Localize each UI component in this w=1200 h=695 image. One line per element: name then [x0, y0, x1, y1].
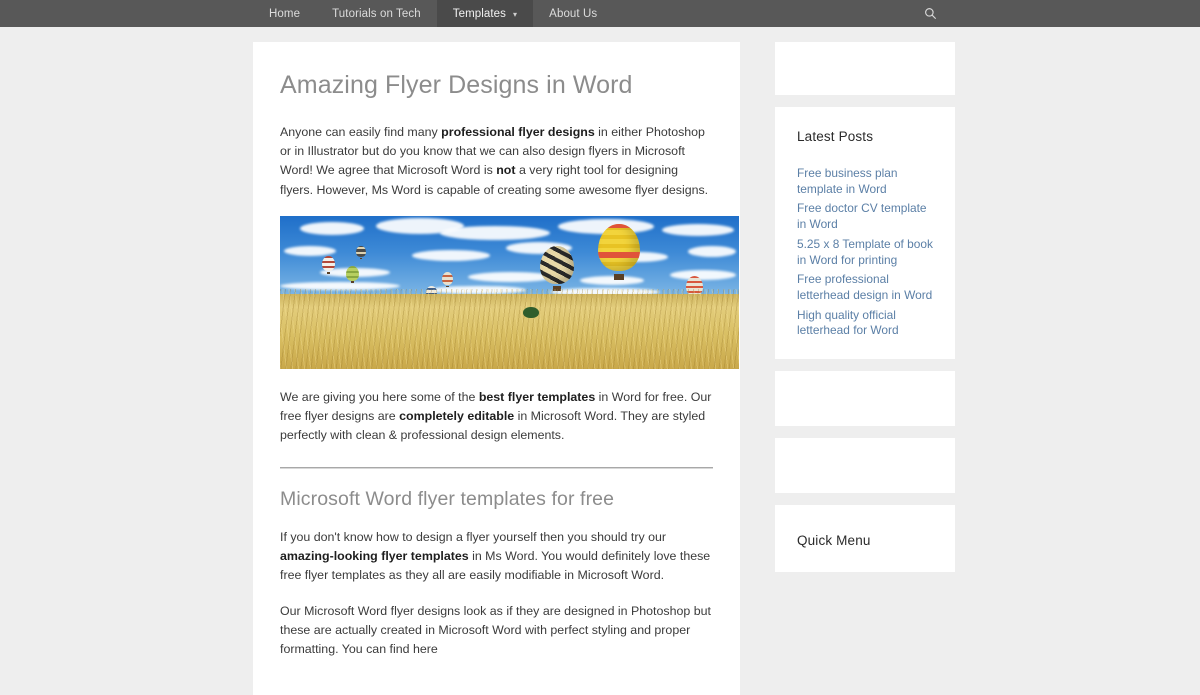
paragraph-bold-segment: professional flyer designs: [441, 125, 595, 139]
article-main-column: Amazing Flyer Designs in Word Anyone can…: [253, 42, 740, 695]
nav-item-tutorials-on-tech[interactable]: Tutorials on Tech: [316, 0, 437, 27]
hot-air-balloon: [346, 265, 359, 284]
paragraph-bold-segment: amazing-looking flyer templates: [280, 549, 469, 564]
search-icon: [924, 8, 936, 19]
widget-title: Quick Menu: [797, 533, 871, 549]
hot-air-balloons-wheat-field-photo: [280, 215, 739, 369]
hot-air-balloon: [598, 223, 640, 282]
paragraph-bold-segment: not: [496, 163, 516, 178]
article-paragraph-2: We are giving you here some of the best …: [280, 388, 713, 446]
nav-item-about-us[interactable]: About Us: [533, 0, 613, 27]
sidebar-widget-ad-top: [775, 42, 955, 95]
latest-post-link[interactable]: High quality official letterhead for Wor…: [797, 308, 933, 339]
photo-cloud: [300, 221, 364, 235]
nav-item-label: About Us: [549, 7, 598, 20]
latest-post-link[interactable]: Free doctor CV template in Word: [797, 201, 933, 232]
sidebar-widget-ad-middle: [775, 371, 955, 427]
sidebar-widget-quick-menu: Quick Menu: [775, 505, 955, 573]
list-item: High quality official letterhead for Wor…: [797, 308, 933, 339]
sidebar-widget-ad-lower: [775, 438, 955, 494]
section-divider: [280, 466, 713, 469]
photo-cloud: [670, 269, 736, 280]
photo-tree: [523, 306, 539, 318]
sidebar: Latest Posts Free business plan template…: [775, 42, 955, 584]
hot-air-balloon: [442, 271, 453, 288]
latest-post-link[interactable]: 5.25 x 8 Template of book in Word for pr…: [797, 237, 933, 268]
chevron-down-icon: ▾: [513, 9, 518, 19]
photo-cloud: [412, 249, 490, 261]
section-heading: Microsoft Word flyer templates for free: [280, 487, 615, 510]
hot-air-balloon: [356, 245, 366, 260]
nav-item-label: Templates: [452, 7, 507, 20]
paragraph-text-segment: Our Microsoft Word flyer designs look as…: [280, 603, 711, 657]
paragraph-bold-segment: completely editable: [399, 409, 515, 424]
list-item: Free business plan template in Word: [797, 166, 933, 197]
photo-cloud: [440, 225, 550, 240]
list-item: 5.25 x 8 Template of book in Word for pr…: [797, 237, 933, 268]
top-navigation-bar: Home Tutorials on Tech Templates ▾ About…: [0, 0, 1200, 27]
paragraph-text-segment: If you don't know how to design a flyer …: [280, 529, 667, 544]
article-paragraph-1: Anyone can easily find many professional…: [280, 123, 713, 200]
latest-post-link[interactable]: Free business plan template in Word: [797, 166, 933, 197]
latest-post-link[interactable]: Free professional letterhead design in W…: [797, 272, 933, 303]
paragraph-text-segment: We are giving you here some of the: [280, 389, 479, 404]
nav-item-label: Home: [269, 7, 301, 20]
photo-cloud: [662, 223, 734, 236]
sidebar-widget-latest-posts: Latest Posts Free business plan template…: [775, 107, 955, 360]
photo-cloud: [688, 245, 736, 257]
latest-posts-list: Free business plan template in Word Free…: [797, 166, 933, 339]
search-button[interactable]: [913, 0, 947, 27]
list-item: Free professional letterhead design in W…: [797, 272, 933, 303]
photo-wheat-texture: [280, 289, 739, 369]
widget-title: Latest Posts: [797, 129, 874, 144]
hot-air-balloon: [540, 245, 574, 293]
nav-item-label: Tutorials on Tech: [332, 7, 421, 20]
article-paragraph-4: Our Microsoft Word flyer designs look as…: [280, 602, 713, 660]
paragraph-text-segment: Anyone can easily find many: [280, 125, 442, 139]
page-title: Amazing Flyer Designs in Word: [280, 71, 633, 99]
nav-menu: Home Tutorials on Tech Templates ▾ About…: [253, 0, 613, 27]
list-item: Free doctor CV template in Word: [797, 201, 933, 232]
nav-item-home[interactable]: Home: [253, 0, 316, 27]
photo-cloud: [284, 245, 336, 256]
page-body: Amazing Flyer Designs in Word Anyone can…: [0, 27, 1200, 695]
nav-item-templates[interactable]: Templates ▾: [436, 0, 534, 27]
hot-air-balloon: [322, 255, 335, 275]
paragraph-bold-segment: best flyer templates: [478, 389, 596, 404]
article-paragraph-3: If you don't know how to design a flyer …: [280, 528, 713, 586]
